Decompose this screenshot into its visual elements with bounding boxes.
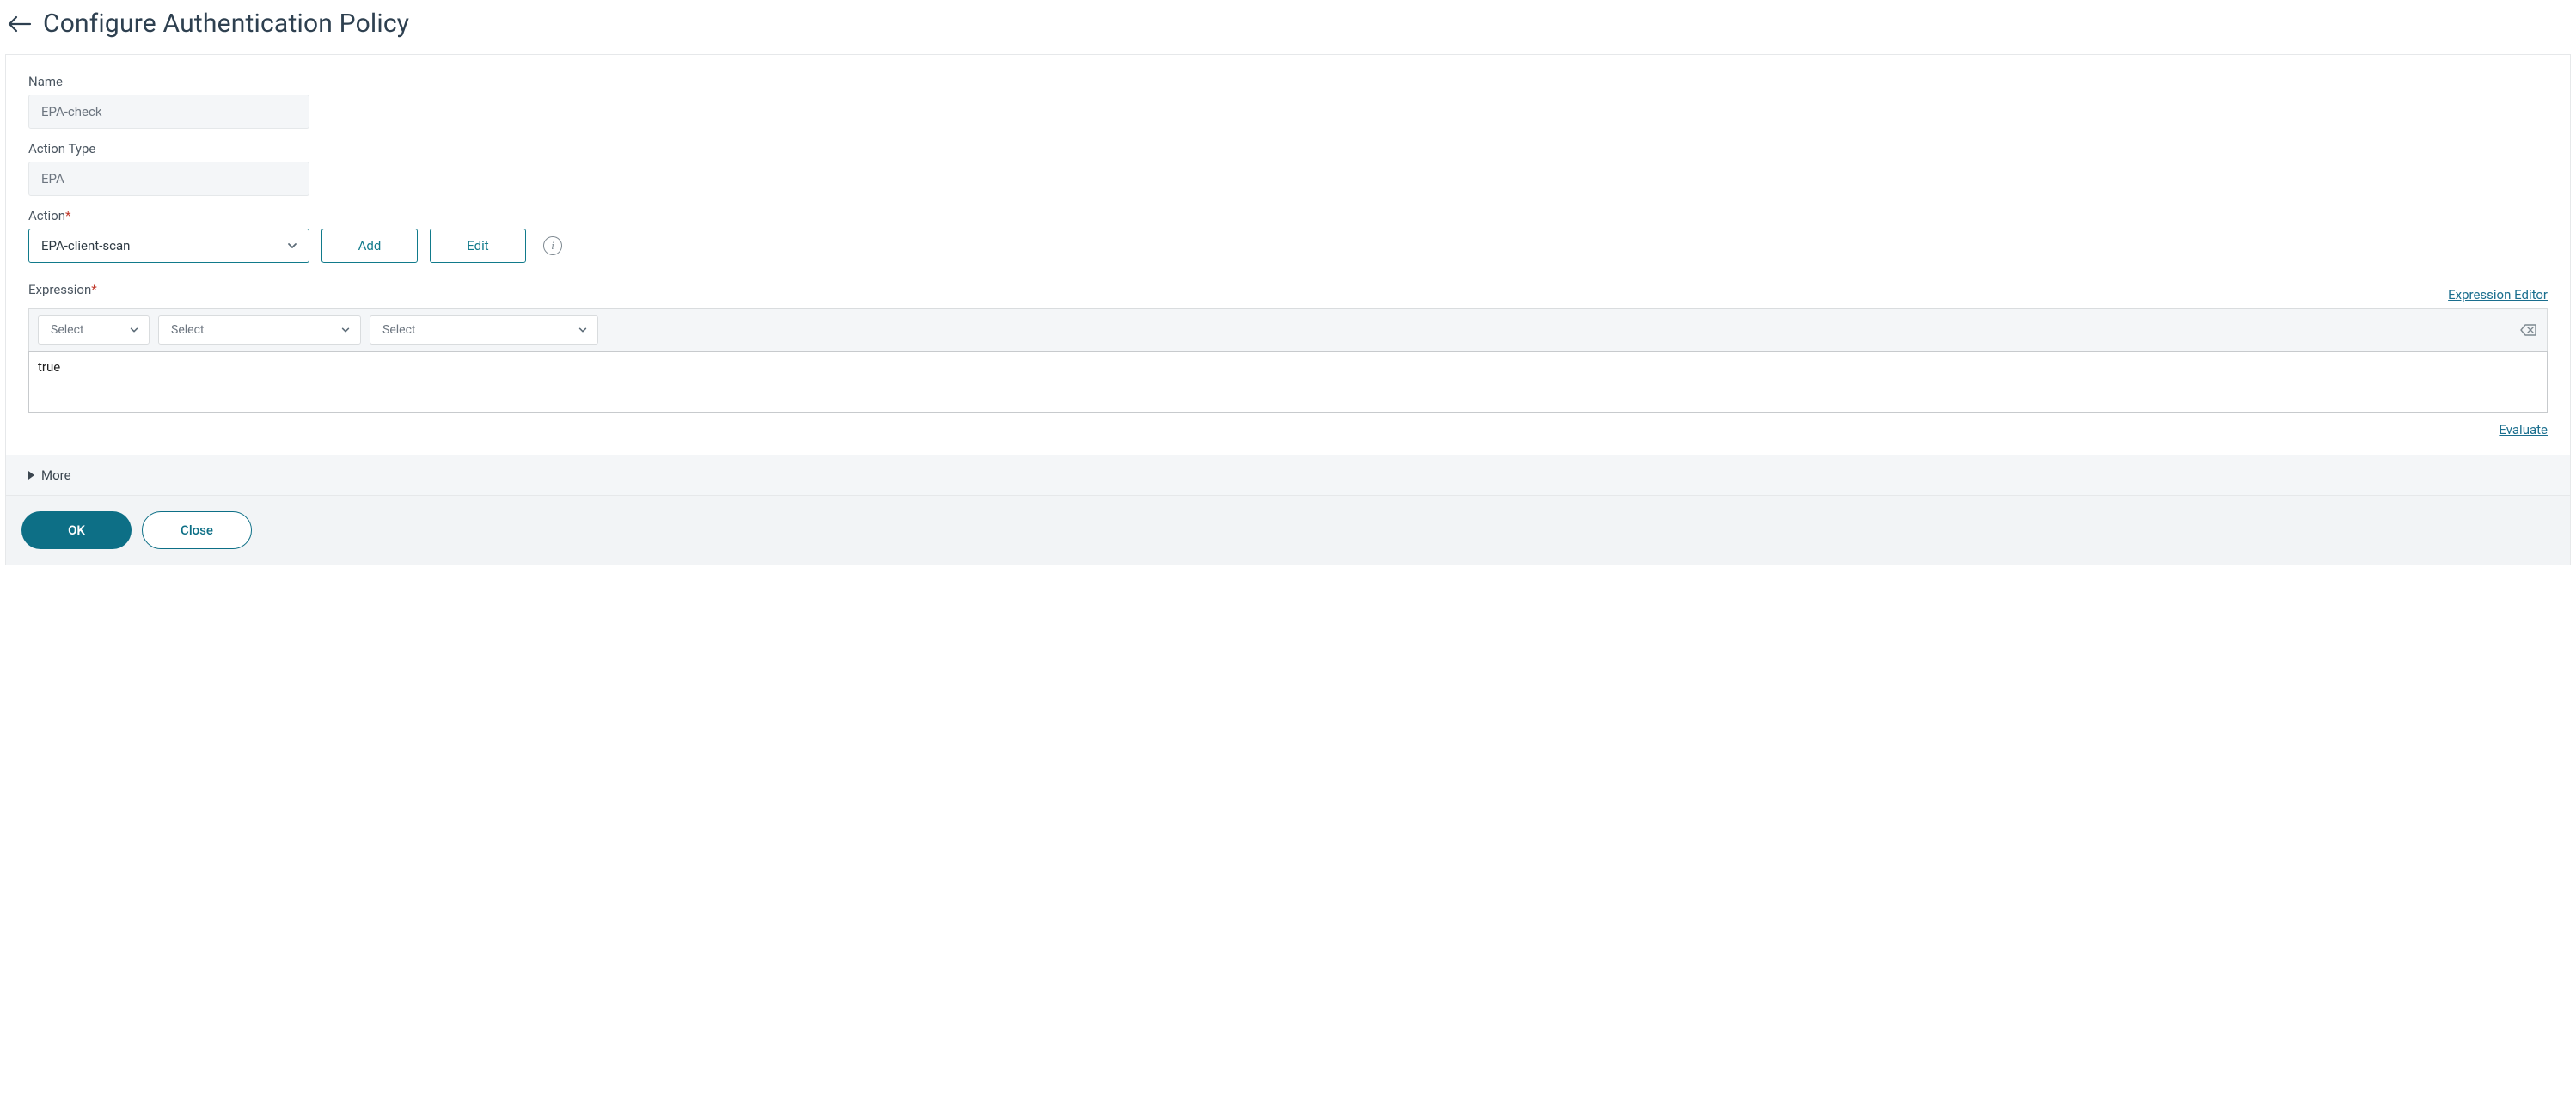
chevron-down-icon	[126, 322, 142, 338]
ok-button[interactable]: OK	[21, 511, 132, 549]
footer-bar: OK Close	[6, 495, 2570, 565]
action-selected-value: EPA-client-scan	[41, 238, 130, 254]
expression-toolbar: Select Select Select	[28, 308, 2548, 351]
expression-select-3-value: Select	[382, 323, 415, 337]
more-toggle[interactable]: More	[6, 455, 2570, 495]
expression-select-3[interactable]: Select	[370, 315, 598, 345]
expression-select-2-value: Select	[171, 323, 204, 337]
expression-label-text: Expression	[28, 282, 91, 297]
backspace-clear-icon[interactable]	[2519, 322, 2538, 338]
chevron-down-icon	[285, 238, 300, 254]
expression-textarea[interactable]	[28, 351, 2548, 413]
expression-label: Expression*	[28, 282, 97, 297]
action-select[interactable]: EPA-client-scan	[28, 229, 309, 263]
expression-select-1-value: Select	[51, 323, 83, 337]
name-value: EPA-check	[41, 104, 101, 119]
expression-editor-link[interactable]: Expression Editor	[2448, 287, 2548, 302]
evaluate-link[interactable]: Evaluate	[2499, 422, 2548, 437]
action-type-value: EPA	[41, 171, 64, 186]
chevron-down-icon	[575, 322, 590, 338]
required-asterisk: *	[91, 282, 96, 297]
close-button[interactable]: Close	[142, 511, 252, 549]
page-title: Configure Authentication Policy	[43, 9, 409, 39]
expression-select-2[interactable]: Select	[158, 315, 361, 345]
edit-button[interactable]: Edit	[430, 229, 526, 263]
back-arrow-icon[interactable]	[7, 11, 33, 37]
add-button[interactable]: Add	[321, 229, 418, 263]
triangle-right-icon	[28, 471, 34, 480]
expression-select-1[interactable]: Select	[38, 315, 150, 345]
more-label: More	[41, 467, 71, 483]
info-icon[interactable]: i	[543, 236, 562, 255]
name-label: Name	[28, 74, 2548, 89]
form-panel: Name EPA-check Action Type EPA Action* E…	[5, 54, 2571, 565]
name-field: EPA-check	[28, 95, 309, 129]
action-type-label: Action Type	[28, 141, 2548, 156]
action-label: Action*	[28, 208, 2548, 223]
action-label-text: Action	[28, 208, 65, 223]
required-asterisk: *	[65, 208, 70, 223]
chevron-down-icon	[338, 322, 353, 338]
action-type-field: EPA	[28, 162, 309, 196]
